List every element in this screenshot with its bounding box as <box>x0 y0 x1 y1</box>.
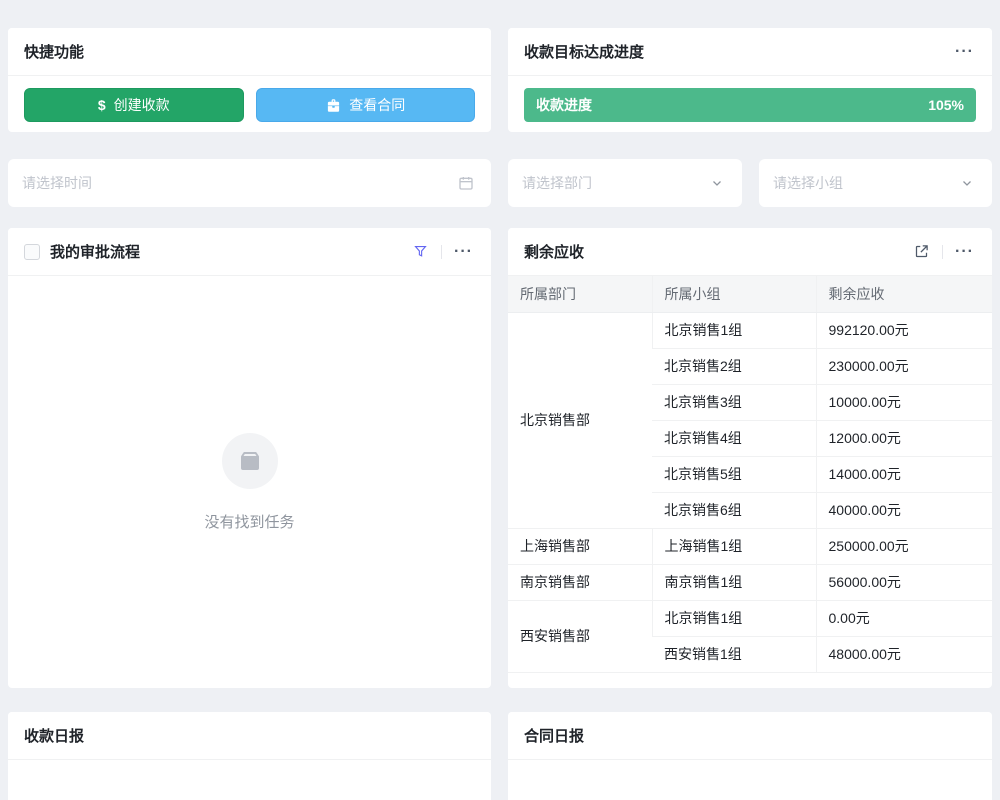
time-picker-placeholder: 请选择时间 <box>22 173 92 193</box>
contract-daily-title: 合同日报 <box>524 725 584 746</box>
amount-cell: 40000.00元 <box>816 492 992 528</box>
dashboard-page: 快捷功能 $ 创建收款 查看合同 收款目标达成进 <box>0 0 1000 800</box>
calendar-icon <box>455 172 477 194</box>
inbox-icon <box>238 449 262 473</box>
approval-card: 我的审批流程 ··· 没有找到任务 <box>8 228 491 688</box>
group-cell: 北京销售1组 <box>652 600 816 636</box>
empty-inbox-circle <box>222 433 278 489</box>
chevron-down-icon <box>956 172 978 194</box>
progress-card-title: 收款目标达成进度 <box>524 41 644 62</box>
table-row: 北京销售部北京销售1组992120.00元 <box>508 312 992 348</box>
receivables-card-title: 剩余应收 <box>524 241 584 262</box>
contract-daily-header: 合同日报 <box>508 712 992 760</box>
group-cell: 北京销售4组 <box>652 420 816 456</box>
table-row: 南京销售部南京销售1组56000.00元 <box>508 564 992 600</box>
department-select-placeholder: 请选择部门 <box>522 173 592 193</box>
header-separator <box>942 245 943 259</box>
contract-daily-card: 合同日报 <box>508 712 992 800</box>
amount-cell: 12000.00元 <box>816 420 992 456</box>
table-header-row: 所属部门 所属小组 剩余应收 <box>508 276 992 312</box>
approval-card-title: 我的审批流程 <box>50 241 140 262</box>
receivables-table: 所属部门 所属小组 剩余应收 北京销售部北京销售1组992120.00元北京销售… <box>508 276 992 673</box>
more-menu-icon[interactable]: ··· <box>452 244 475 260</box>
group-cell: 北京销售6组 <box>652 492 816 528</box>
approval-checkbox[interactable] <box>24 244 40 260</box>
quick-actions-header: 快捷功能 <box>8 28 491 76</box>
amount-cell: 230000.00元 <box>816 348 992 384</box>
amount-cell: 10000.00元 <box>816 384 992 420</box>
progress-card-header: 收款目标达成进度 ··· <box>508 28 992 76</box>
payment-daily-header: 收款日报 <box>8 712 491 760</box>
progress-card: 收款目标达成进度 ··· 收款进度 105% <box>508 28 992 132</box>
progress-bar: 收款进度 105% <box>524 88 976 122</box>
department-cell: 上海销售部 <box>508 528 652 564</box>
amount-cell: 48000.00元 <box>816 636 992 672</box>
department-cell: 西安销售部 <box>508 600 652 672</box>
receivables-table-body: 北京销售部北京销售1组992120.00元北京销售2组230000.00元北京销… <box>508 312 992 672</box>
group-cell: 北京销售2组 <box>652 348 816 384</box>
empty-state-text: 没有找到任务 <box>204 511 294 532</box>
department-cell: 南京销售部 <box>508 564 652 600</box>
more-menu-icon[interactable]: ··· <box>953 44 976 60</box>
amount-cell: 56000.00元 <box>816 564 992 600</box>
create-payment-button[interactable]: $ 创建收款 <box>24 88 244 122</box>
approval-empty-state: 没有找到任务 <box>8 276 491 688</box>
amount-cell: 0.00元 <box>816 600 992 636</box>
department-select[interactable]: 请选择部门 <box>508 159 742 207</box>
progress-body: 收款进度 105% <box>508 76 992 132</box>
filter-funnel-icon[interactable] <box>409 241 431 263</box>
column-header-group: 所属小组 <box>652 276 816 312</box>
group-cell: 北京销售3组 <box>652 384 816 420</box>
group-cell: 南京销售1组 <box>652 564 816 600</box>
group-cell: 北京销售1组 <box>652 312 816 348</box>
group-select[interactable]: 请选择小组 <box>759 159 992 207</box>
chevron-down-icon <box>706 172 728 194</box>
more-menu-icon[interactable]: ··· <box>953 244 976 260</box>
progress-bar-value: 105% <box>928 97 964 113</box>
quick-actions-card: 快捷功能 $ 创建收款 查看合同 <box>8 28 491 132</box>
payment-daily-title: 收款日报 <box>24 725 84 746</box>
receivables-card-header: 剩余应收 ··· <box>508 228 992 276</box>
approval-card-header: 我的审批流程 ··· <box>8 228 491 276</box>
time-picker-input[interactable]: 请选择时间 <box>8 159 491 207</box>
amount-cell: 14000.00元 <box>816 456 992 492</box>
group-cell: 北京销售5组 <box>652 456 816 492</box>
view-contract-button[interactable]: 查看合同 <box>256 88 476 122</box>
external-link-icon[interactable] <box>910 241 932 263</box>
dollar-icon: $ <box>98 97 106 113</box>
table-row: 西安销售部北京销售1组0.00元 <box>508 600 992 636</box>
payment-daily-card: 收款日报 <box>8 712 491 800</box>
receivables-card: 剩余应收 ··· 所属部门 所属小组 剩余应收 <box>508 228 992 688</box>
group-select-placeholder: 请选择小组 <box>773 173 843 193</box>
amount-cell: 250000.00元 <box>816 528 992 564</box>
group-cell: 上海销售1组 <box>652 528 816 564</box>
briefcase-icon <box>325 97 341 113</box>
quick-actions-body: $ 创建收款 查看合同 <box>8 76 491 132</box>
quick-actions-title: 快捷功能 <box>24 41 84 62</box>
progress-bar-label: 收款进度 <box>536 95 592 115</box>
header-separator <box>441 245 442 259</box>
table-row: 上海销售部上海销售1组250000.00元 <box>508 528 992 564</box>
department-cell: 北京销售部 <box>508 312 652 528</box>
column-header-department: 所属部门 <box>508 276 652 312</box>
amount-cell: 992120.00元 <box>816 312 992 348</box>
view-contract-label: 查看合同 <box>349 95 405 115</box>
create-payment-label: 创建收款 <box>114 95 170 115</box>
column-header-amount: 剩余应收 <box>816 276 992 312</box>
group-cell: 西安销售1组 <box>652 636 816 672</box>
